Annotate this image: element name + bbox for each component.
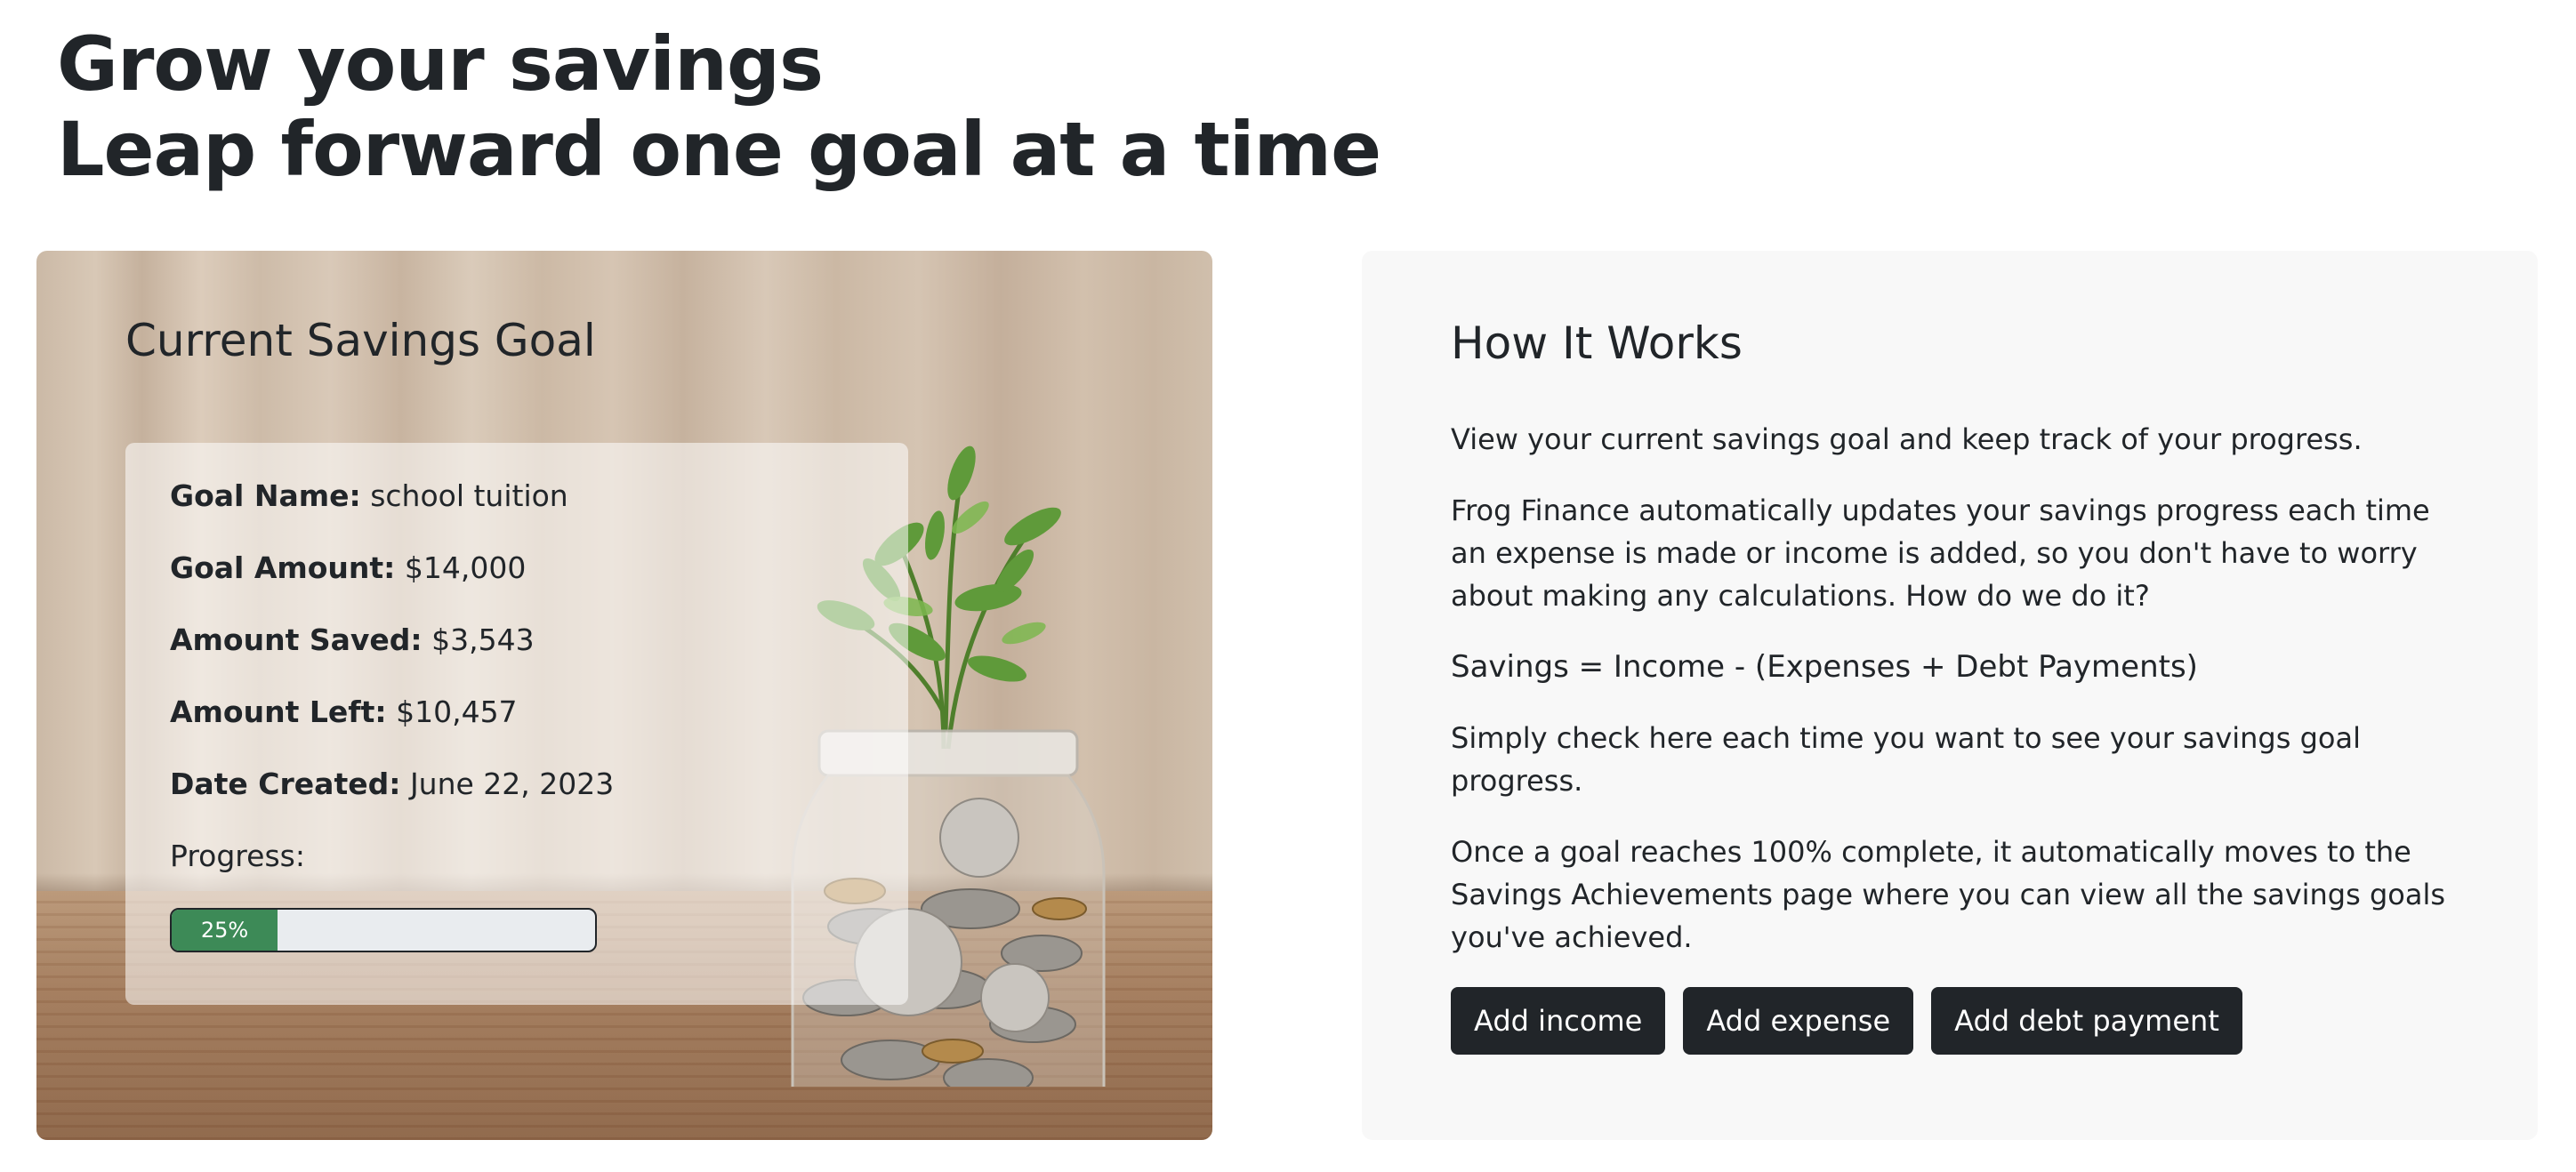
- how-it-works-title: How It Works: [1451, 317, 1743, 369]
- amount-left-value: $10,457: [396, 694, 518, 729]
- current-savings-goal-card: Current Savings Goal Goal Name: school t…: [36, 251, 1212, 1140]
- amount-saved-label: Amount Saved:: [170, 622, 423, 657]
- goal-name-row: Goal Name: school tuition: [170, 477, 864, 516]
- progress-bar-fill: 25%: [172, 910, 278, 951]
- progress-percent-text: 25%: [200, 918, 249, 943]
- hero-title-line-2: Leap forward one goal at a time: [57, 106, 1381, 193]
- add-debt-payment-button[interactable]: Add debt payment: [1931, 987, 2242, 1055]
- amount-left-label: Amount Left:: [170, 694, 387, 729]
- amount-left-row: Amount Left: $10,457: [170, 693, 864, 732]
- goal-details-panel: Goal Name: school tuition Goal Amount: $…: [125, 443, 908, 1005]
- date-created-row: Date Created: June 22, 2023: [170, 765, 864, 804]
- how-it-works-paragraph-1: View your current savings goal and keep …: [1451, 422, 2363, 456]
- goal-card-title: Current Savings Goal: [125, 315, 596, 366]
- date-created-label: Date Created:: [170, 767, 401, 801]
- action-buttons: Add income Add expense Add debt payment: [1451, 987, 2449, 1055]
- savings-formula: Savings = Income - (Expenses + Debt Paym…: [1451, 649, 2198, 685]
- hero-title-line-1: Grow your savings: [57, 20, 824, 108]
- goal-amount-label: Goal Amount:: [170, 550, 396, 585]
- progress-bar: 25%: [170, 908, 597, 952]
- amount-saved-row: Amount Saved: $3,543: [170, 621, 864, 660]
- add-income-button[interactable]: Add income: [1451, 987, 1666, 1055]
- how-it-works-paragraph-3: Simply check here each time you want to …: [1451, 721, 2361, 798]
- how-it-works-card: How It Works View your current savings g…: [1362, 251, 2538, 1140]
- goal-name-value: school tuition: [370, 478, 568, 513]
- add-expense-button[interactable]: Add expense: [1683, 987, 1914, 1055]
- goal-amount-value: $14,000: [404, 550, 527, 585]
- how-it-works-paragraph-2: Frog Finance automatically updates your …: [1451, 494, 2430, 613]
- page-header: Grow your savings Leap forward one goal …: [57, 21, 1391, 192]
- how-it-works-paragraph-4: Once a goal reaches 100% complete, it au…: [1451, 835, 2446, 954]
- goal-amount-row: Goal Amount: $14,000: [170, 549, 864, 588]
- date-created-value: June 22, 2023: [409, 767, 615, 801]
- progress-label: Progress:: [170, 839, 305, 873]
- goal-name-label: Goal Name:: [170, 478, 361, 513]
- amount-saved-value: $3,543: [431, 622, 535, 657]
